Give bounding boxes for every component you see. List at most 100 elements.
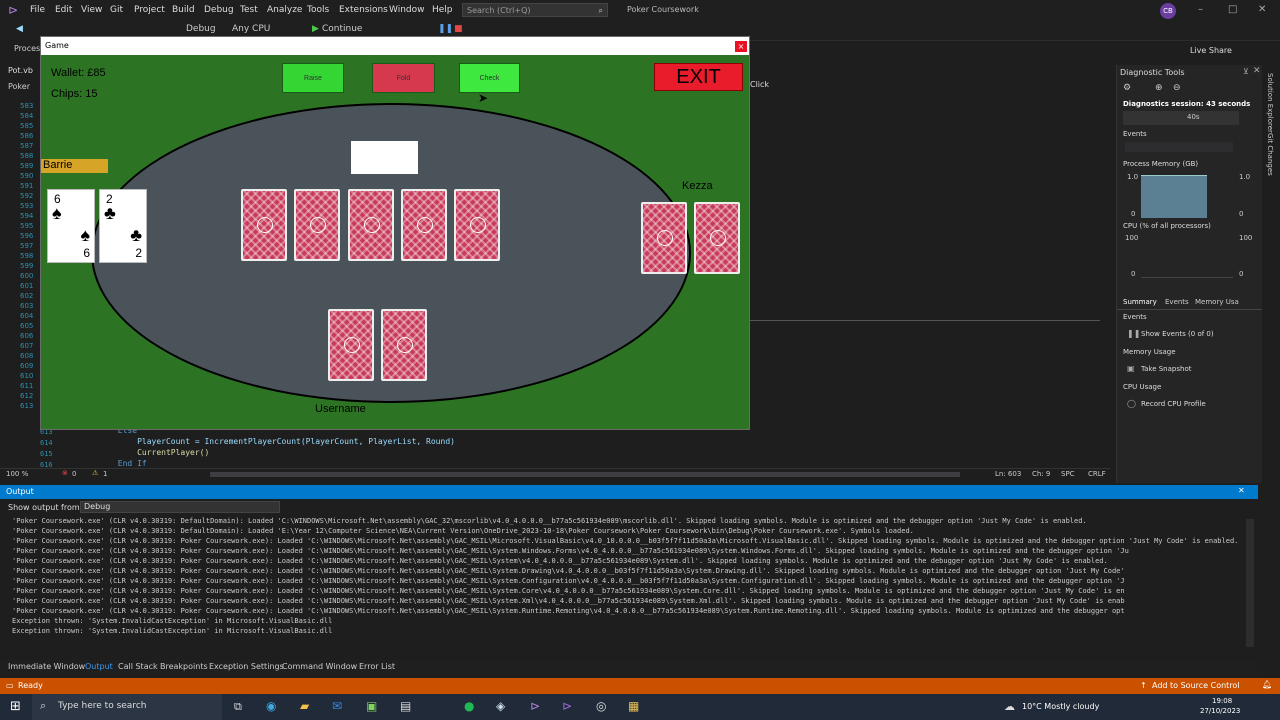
continue-icon[interactable]: ▶	[312, 24, 319, 34]
raise-button[interactable]: Raise	[282, 63, 344, 93]
minecraft-icon[interactable]: ▣	[366, 699, 377, 713]
show-events-link[interactable]: Show Events (0 of 0)	[1141, 330, 1214, 338]
menu-tools[interactable]: Tools	[307, 5, 329, 15]
pause-icon[interactable]: ❚❚	[438, 24, 453, 34]
menu-git[interactable]: Git	[110, 5, 123, 15]
warning-icon: ⚠	[92, 469, 99, 477]
card-rank: 2	[135, 246, 142, 260]
zoom-out-icon[interactable]: ⊖	[1173, 83, 1181, 93]
timeline-ruler[interactable]: 40s	[1123, 111, 1239, 125]
cpu-header[interactable]: CPU (% of all processors)	[1123, 222, 1211, 230]
menu-analyze[interactable]: Analyze	[267, 5, 302, 15]
error-count[interactable]: 0	[72, 470, 76, 478]
zoom-level[interactable]: 100 %	[6, 470, 28, 478]
task-view-icon[interactable]: ⧉	[234, 700, 242, 714]
doc-tab-poker[interactable]: Poker	[8, 82, 30, 91]
settings-icon[interactable]: ⚙	[1123, 83, 1131, 93]
game-window-icon[interactable]: ▦	[628, 699, 639, 713]
tab-call-stack[interactable]: Call Stack	[118, 662, 158, 671]
tab-memory-usage[interactable]: Memory Usa	[1195, 298, 1239, 306]
menu-view[interactable]: View	[81, 5, 102, 15]
events-icon: ❚❚	[1127, 329, 1141, 338]
editor-area[interactable]: Click	[750, 78, 1100, 468]
events-header[interactable]: Events	[1123, 130, 1147, 138]
whitespace-mode[interactable]: SPC	[1061, 470, 1075, 478]
source-control-icon: ↑	[1140, 681, 1147, 690]
zoom-in-icon[interactable]: ⊕	[1155, 83, 1163, 93]
output-line: 'Poker Coursework.exe' (CLR v4.0.30319: …	[12, 597, 1125, 605]
clock-date[interactable]: 27/10/2023	[1200, 707, 1240, 715]
tab-error-list[interactable]: Error List	[359, 662, 395, 671]
taskbar-search-input[interactable]: ⌕ Type here to search	[32, 694, 222, 720]
tab-breakpoints[interactable]: Breakpoints	[160, 662, 208, 671]
horizontal-scrollbar[interactable]	[210, 472, 960, 477]
menu-build[interactable]: Build	[172, 5, 195, 15]
github-icon[interactable]: ◎	[596, 699, 606, 713]
file-explorer-icon[interactable]: ▰	[300, 699, 309, 713]
warning-count[interactable]: 1	[103, 470, 107, 478]
menu-edit[interactable]: Edit	[55, 5, 72, 15]
mail-icon[interactable]: ✉	[332, 699, 342, 713]
fold-button[interactable]: Fold	[372, 63, 435, 93]
output-source-select[interactable]: Debug	[80, 501, 280, 513]
record-cpu-link[interactable]: Record CPU Profile	[1141, 400, 1206, 408]
line-number: 603	[20, 302, 34, 310]
taskbar-app-icon[interactable]: ▤	[400, 699, 411, 713]
opponent-card	[694, 202, 740, 274]
weather-text[interactable]: 10°C Mostly cloudy	[1022, 702, 1099, 711]
tab-summary[interactable]: Summary	[1123, 298, 1157, 306]
check-button[interactable]: Check	[459, 63, 520, 93]
click-label: Click	[750, 80, 770, 89]
notifications-icon[interactable]: 🔔︎	[1262, 680, 1272, 689]
output-vertical-scrollbar[interactable]	[1246, 519, 1254, 647]
line-number: 595	[20, 222, 34, 230]
tab-events[interactable]: Events	[1165, 298, 1189, 306]
continue-button[interactable]: Continue	[322, 24, 362, 34]
debug-config-select[interactable]: Debug	[186, 24, 216, 34]
add-to-source-control[interactable]: Add to Source Control	[1152, 681, 1240, 690]
spotify-icon[interactable]: ●	[464, 699, 474, 713]
menu-debug[interactable]: Debug	[204, 5, 234, 15]
back-icon[interactable]: ◀	[16, 24, 23, 34]
game-title-bar[interactable]: Game ×	[41, 37, 749, 55]
menu-help[interactable]: Help	[432, 5, 453, 15]
tab-immediate-window[interactable]: Immediate Window	[8, 662, 85, 671]
line-endings[interactable]: CRLF	[1088, 470, 1106, 478]
line-number: 612	[20, 392, 34, 400]
solution-explorer-tab[interactable]: Solution Explorer	[1266, 73, 1274, 133]
visual-studio-2-icon[interactable]: ⊳	[562, 699, 572, 713]
exit-button[interactable]: EXIT	[654, 63, 743, 91]
tab-output[interactable]: Output	[85, 662, 113, 671]
line-number: 606	[20, 332, 34, 340]
clock-time[interactable]: 19:08	[1212, 697, 1232, 705]
live-share-button[interactable]: Live Share	[1190, 46, 1232, 55]
memory-header[interactable]: Process Memory (GB)	[1123, 160, 1198, 168]
output-close-icon[interactable]: ✕	[1238, 486, 1245, 495]
maximize-icon[interactable]: □	[1228, 4, 1237, 15]
tab-command-window[interactable]: Command Window	[282, 662, 357, 671]
menu-window[interactable]: Window	[389, 5, 425, 15]
tab-exception-settings[interactable]: Exception Settings	[209, 662, 284, 671]
platform-select[interactable]: Any CPU	[232, 24, 270, 34]
git-changes-tab[interactable]: Git Changes	[1266, 133, 1274, 176]
close-icon[interactable]: ✕	[1258, 4, 1266, 15]
visual-studio-icon[interactable]: ⊳	[530, 699, 540, 713]
menu-file[interactable]: File	[30, 5, 45, 15]
menu-project[interactable]: Project	[134, 5, 165, 15]
panel-close-icon[interactable]: ✕	[1253, 66, 1261, 76]
ready-icon: ▭	[6, 681, 14, 690]
menu-extensions[interactable]: Extensions	[339, 5, 388, 15]
take-snapshot-link[interactable]: Take Snapshot	[1141, 365, 1191, 373]
windows-start-icon[interactable]: ⊞	[10, 699, 21, 714]
game-close-button[interactable]: ×	[735, 41, 747, 52]
doc-tab-pot[interactable]: Pot.vb	[8, 66, 33, 75]
pin-icon[interactable]: ⊻	[1243, 67, 1249, 76]
menu-test[interactable]: Test	[240, 5, 258, 15]
search-input[interactable]: Search (Ctrl+Q) ⌕	[462, 3, 608, 17]
avatar[interactable]: CB	[1160, 3, 1176, 19]
edge-icon[interactable]: ◉	[266, 699, 276, 713]
minimize-icon[interactable]: –	[1198, 4, 1203, 15]
steam-icon[interactable]: ◈	[496, 699, 505, 713]
card-back-emblem	[344, 337, 360, 353]
stop-icon[interactable]: ■	[454, 24, 463, 34]
